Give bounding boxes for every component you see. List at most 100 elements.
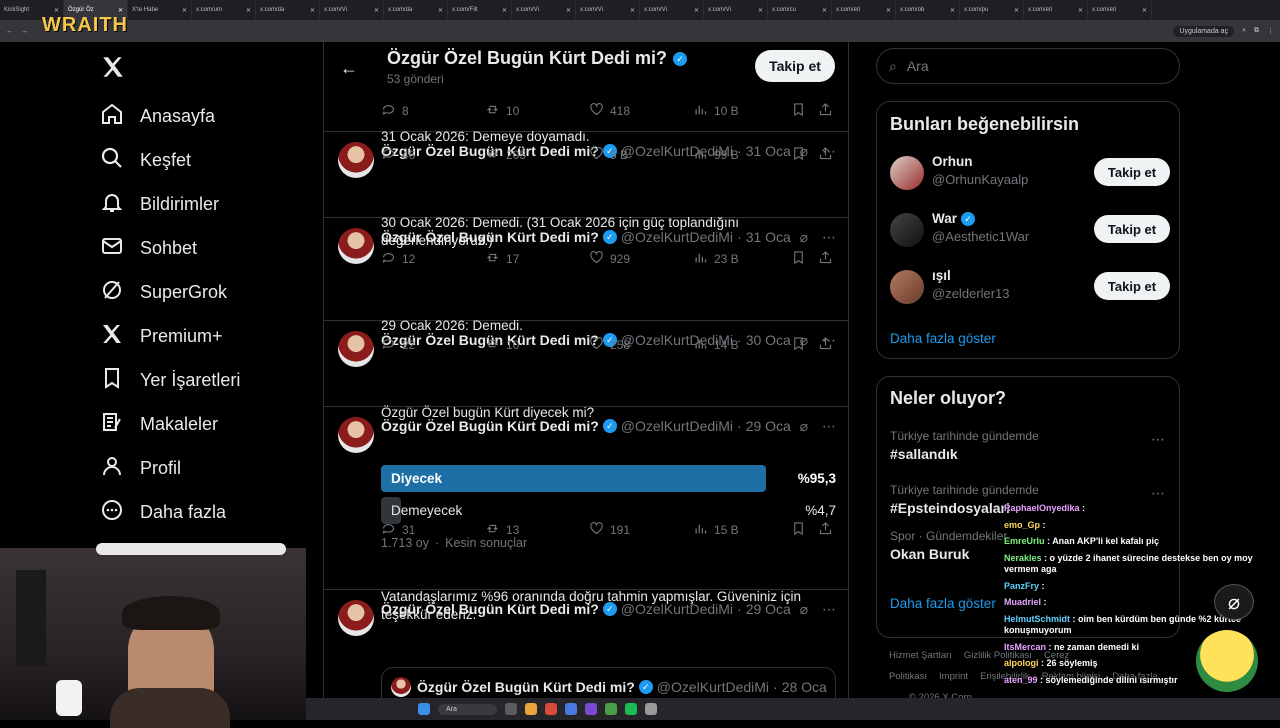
trend-name[interactable]: #Epsteindosyalari (890, 500, 1010, 516)
views-button[interactable]: 99 B (693, 146, 797, 164)
close-tab-icon[interactable]: ✕ (182, 7, 187, 14)
back-icon[interactable]: ← (6, 28, 13, 35)
spotify-icon[interactable] (624, 703, 637, 715)
open-in-app-badge[interactable]: Uygulamada aç (1173, 25, 1235, 37)
search-input[interactable]: ⌕ Ara (876, 48, 1180, 84)
share-icon[interactable] (818, 336, 833, 351)
browser-tab[interactable]: X'te Habe ✕ (128, 0, 192, 20)
browser-tab[interactable]: x.com/Vi ✕ (640, 0, 704, 20)
reply-button[interactable]: 22 (381, 336, 485, 354)
like-button[interactable]: 5 B (589, 146, 693, 164)
back-arrow-icon[interactable]: ← (340, 58, 358, 79)
close-tab-icon[interactable]: ✕ (694, 7, 699, 14)
zoom-icon[interactable]: ⌕ (1242, 27, 1246, 35)
forward-icon[interactable]: → (21, 28, 28, 35)
avatar[interactable] (890, 213, 924, 247)
menu-icon[interactable]: ⋮ (1267, 27, 1274, 35)
share-icon[interactable] (818, 250, 833, 265)
close-tab-icon[interactable]: ✕ (950, 7, 955, 14)
reply-button[interactable]: 46 (381, 146, 485, 164)
nav-item-10[interactable]: Daha fazla (100, 496, 226, 528)
repost-button[interactable]: 10 (485, 102, 589, 120)
explorer-icon[interactable] (524, 703, 537, 715)
repost-button[interactable]: 205 (485, 146, 589, 164)
reply-button[interactable]: 8 (381, 102, 485, 120)
avatar[interactable] (338, 331, 374, 367)
browser-tab[interactable]: x.com/eti ✕ (1024, 0, 1088, 20)
edge-icon[interactable] (564, 703, 577, 715)
browser-tab[interactable]: x.com/Filt ✕ (448, 0, 512, 20)
share-icon[interactable] (818, 146, 833, 161)
chrome-icon[interactable] (544, 703, 557, 715)
repost-button[interactable]: 10 (485, 336, 589, 354)
browser-tab[interactable]: x.com/um ✕ (192, 0, 256, 20)
close-tab-icon[interactable]: ✕ (886, 7, 891, 14)
avatar[interactable] (338, 228, 374, 264)
share-icon[interactable] (818, 102, 833, 117)
browser-tab[interactable]: x.com/eti ✕ (1088, 0, 1152, 20)
browser-tab[interactable]: x.com/Vi ✕ (320, 0, 384, 20)
close-tab-icon[interactable]: ✕ (630, 7, 635, 14)
like-button[interactable]: 929 (589, 250, 693, 268)
more-icon[interactable]: ⋯ (822, 418, 836, 435)
follow-button[interactable]: Takip et (1094, 215, 1170, 243)
nav-item-6[interactable]: Premium+ (100, 320, 223, 352)
follow-button[interactable]: Takip et (1094, 272, 1170, 300)
close-tab-icon[interactable]: ✕ (310, 7, 315, 14)
suggestion-item[interactable]: War ✓ @Aesthetic1War Takip et (890, 211, 1170, 251)
nav-item-9[interactable]: Profil (100, 452, 181, 484)
close-tab-icon[interactable]: ✕ (822, 7, 827, 14)
close-tab-icon[interactable]: ✕ (1142, 7, 1147, 14)
close-tab-icon[interactable]: ✕ (54, 7, 59, 14)
bookmark-icon[interactable] (791, 336, 806, 351)
nav-item-2[interactable]: Keşfet (100, 144, 191, 176)
close-tab-icon[interactable]: ✕ (758, 7, 763, 14)
browser-tab[interactable]: x.com/ob ✕ (896, 0, 960, 20)
suggestion-item[interactable]: ışıl @zelderler13 Takip et (890, 268, 1170, 308)
nav-item-4[interactable]: Sohbet (100, 232, 197, 264)
footer-link[interactable]: Imprint (939, 671, 968, 682)
app-icon[interactable] (584, 703, 597, 715)
bookmark-icon[interactable] (791, 102, 806, 117)
avatar[interactable] (338, 417, 374, 453)
bookmark-icon[interactable] (791, 250, 806, 265)
nav-item-3[interactable]: Bildirimler (100, 188, 219, 220)
avatar[interactable] (338, 600, 374, 636)
like-button[interactable]: 418 (589, 102, 693, 120)
close-tab-icon[interactable]: ✕ (438, 7, 443, 14)
nav-item-7[interactable]: Yer İşaretleri (100, 364, 240, 396)
browser-tab[interactable]: x.com/eti ✕ (832, 0, 896, 20)
grok-fab-icon[interactable]: ⌀ (1214, 584, 1254, 620)
show-more-link[interactable]: Daha fazla göster (890, 331, 996, 346)
browser-tab[interactable]: x.com/da ✕ (384, 0, 448, 20)
trend-name[interactable]: #sallandık (890, 446, 958, 462)
taskview-icon[interactable] (504, 703, 517, 715)
bookmark-icon[interactable] (791, 146, 806, 161)
windows-start-icon[interactable] (418, 703, 430, 715)
browser-tab[interactable]: x.com/Vi ✕ (576, 0, 640, 20)
trend-name[interactable]: Okan Buruk (890, 546, 969, 562)
views-button[interactable]: 23 B (693, 250, 797, 268)
close-tab-icon[interactable]: ✕ (502, 7, 507, 14)
views-button[interactable]: 10 B (693, 102, 797, 120)
suggestion-item[interactable]: Orhun @OrhunKayaalp Takip et (890, 154, 1170, 194)
avatar[interactable] (338, 142, 374, 178)
browser-tab[interactable]: x.com/Vi ✕ (704, 0, 768, 20)
nav-item-8[interactable]: Makaleler (100, 408, 218, 440)
nav-item-1[interactable]: Anasayfa (100, 100, 215, 132)
browser-tab[interactable]: x.com/da ✕ (256, 0, 320, 20)
avatar[interactable] (890, 270, 924, 304)
more-icon[interactable]: ⋯ (822, 229, 836, 246)
quoted-post[interactable]: Özgür Özel Bugün Kürt Dedi mi? ✓ @OzelKurt… (381, 667, 836, 702)
trends-show-more-link[interactable]: Daha fazla göster (890, 596, 996, 611)
more-icon[interactable]: ⋯ (1151, 485, 1165, 502)
follow-button[interactable]: Takip et (755, 50, 835, 82)
browser-tab[interactable]: x.com/pu ✕ (960, 0, 1024, 20)
app-icon[interactable] (644, 703, 657, 715)
more-icon[interactable]: ⋯ (1151, 431, 1165, 448)
reply-button[interactable]: 12 (381, 250, 485, 268)
footer-link[interactable]: Hizmet Şartları (889, 650, 952, 661)
close-tab-icon[interactable]: ✕ (118, 7, 123, 14)
repost-button[interactable]: 17 (485, 250, 589, 268)
more-icon[interactable]: ⋯ (822, 601, 836, 618)
